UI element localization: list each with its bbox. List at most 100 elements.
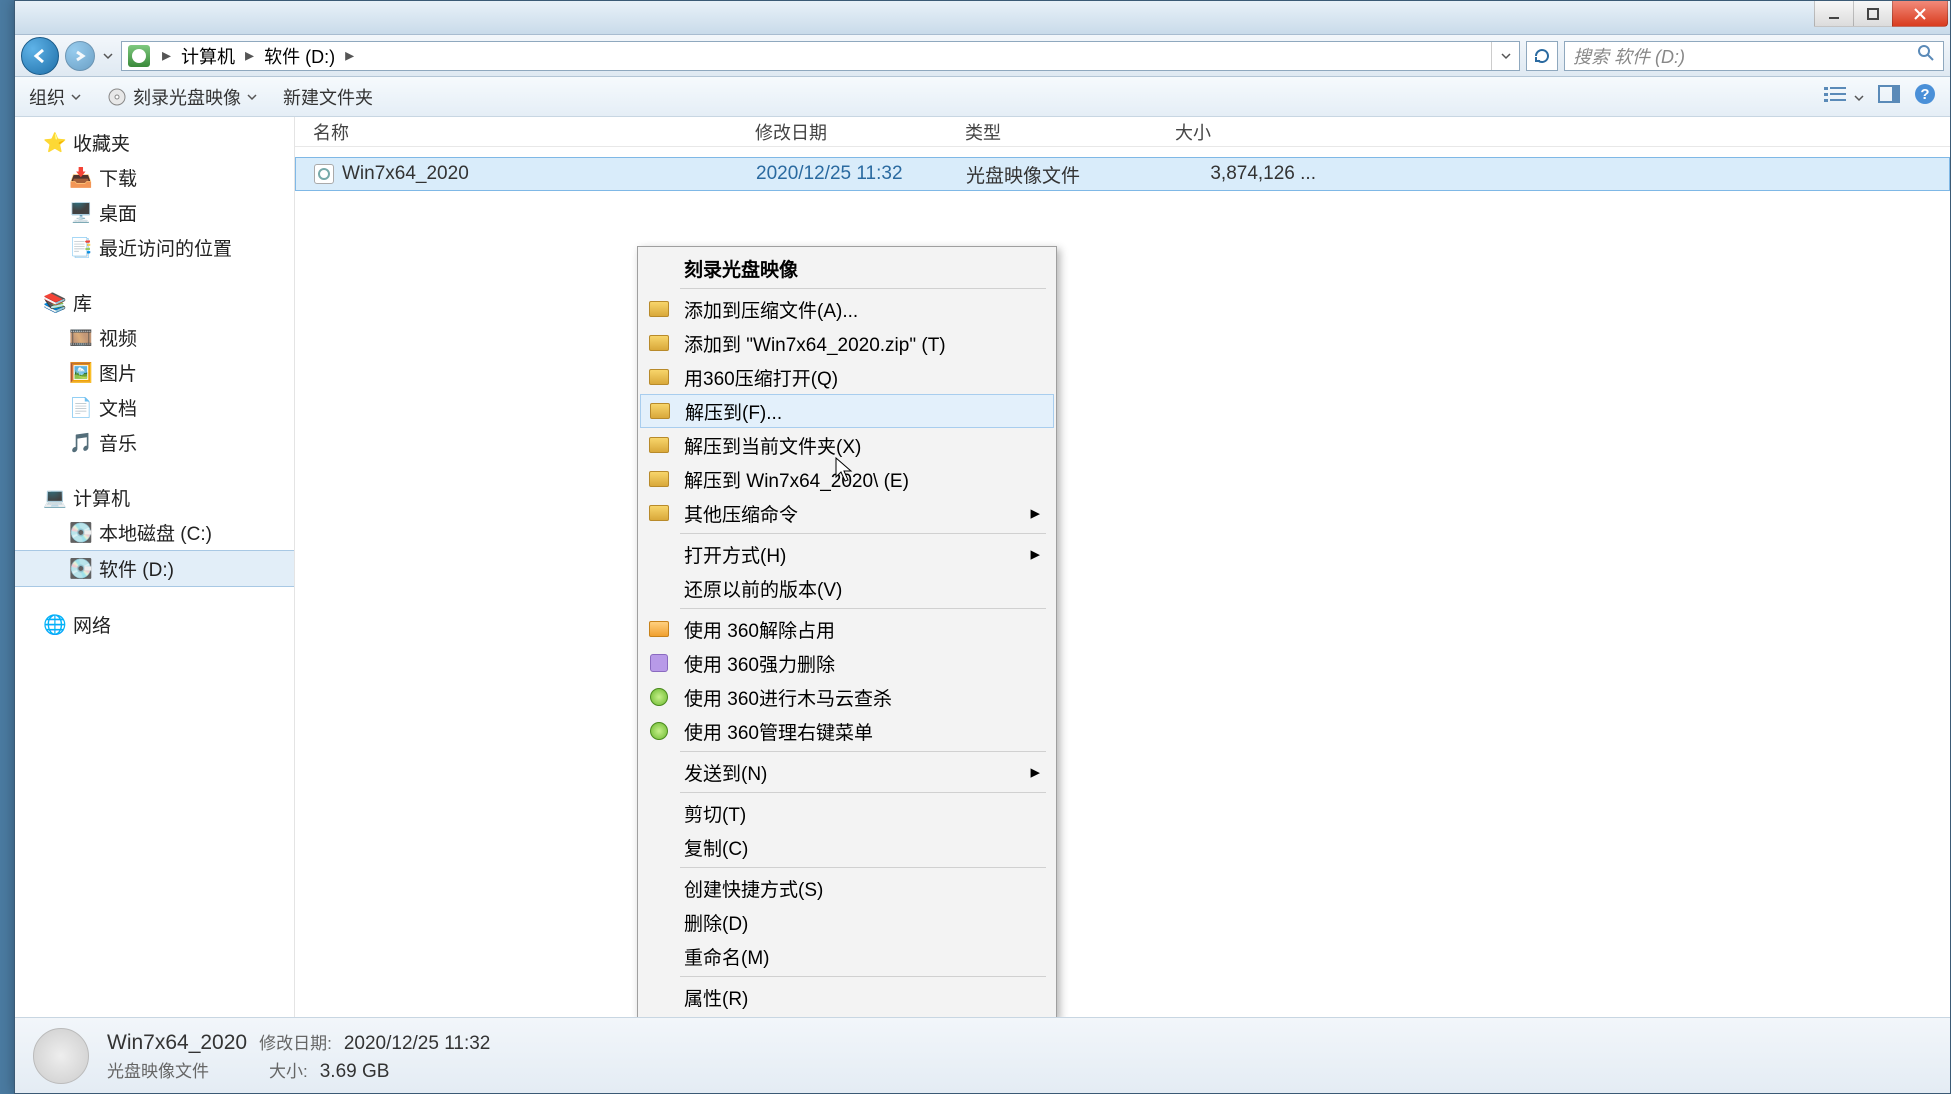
drive-icon: 💽 — [71, 523, 91, 543]
window-controls — [1815, 1, 1948, 27]
status-size: 3.69 GB — [320, 1061, 390, 1083]
drive-icon — [128, 45, 150, 67]
address-bar[interactable]: ▸ 计算机 ▸ 软件 (D:) ▸ — [121, 41, 1520, 71]
view-menu[interactable] — [1823, 85, 1864, 108]
new-folder-button[interactable]: 新建文件夹 — [283, 84, 373, 110]
sidebar-item-downloads[interactable]: 📥下载 — [15, 160, 294, 195]
search-box[interactable]: 搜索 软件 (D:) — [1564, 41, 1944, 71]
separator — [680, 792, 1046, 793]
iso-file-icon — [314, 164, 334, 184]
back-button[interactable] — [21, 37, 59, 75]
breadcrumb-current[interactable]: 软件 (D:) — [260, 43, 339, 69]
ctx-360-unlock[interactable]: 使用 360解除占用 — [640, 612, 1054, 646]
archive-icon — [647, 400, 673, 422]
column-headers: 名称 修改日期 类型 大小 — [295, 117, 1950, 147]
ctx-open-with[interactable]: 打开方式(H)▸ — [640, 537, 1054, 571]
360-icon — [646, 686, 672, 708]
submenu-arrow-icon: ▸ — [1030, 761, 1040, 784]
sidebar-computer[interactable]: 💻计算机 — [15, 480, 294, 515]
ctx-restore-versions[interactable]: 还原以前的版本(V) — [640, 571, 1054, 605]
separator — [680, 976, 1046, 977]
svg-text:?: ? — [1920, 86, 1929, 103]
ctx-send-to[interactable]: 发送到(N)▸ — [640, 755, 1054, 789]
preview-pane-button[interactable] — [1878, 85, 1900, 108]
col-name[interactable]: 名称 — [295, 119, 755, 145]
status-date-label: 修改日期: — [259, 1029, 332, 1054]
organize-menu[interactable]: 组织 — [29, 84, 81, 110]
360-icon — [646, 720, 672, 742]
sidebar-item-documents[interactable]: 📄文档 — [15, 390, 294, 425]
sidebar-item-drive-d[interactable]: 💽软件 (D:) — [15, 550, 294, 587]
archive-icon — [646, 502, 672, 524]
library-icon: 📚 — [45, 293, 65, 313]
computer-icon: 💻 — [45, 488, 65, 508]
file-row[interactable]: Win7x64_2020 2020/12/25 11:32 光盘映像文件 3,8… — [295, 157, 1950, 191]
sidebar-item-music[interactable]: 🎵音乐 — [15, 425, 294, 460]
search-icon — [1917, 44, 1935, 67]
sidebar-favorites[interactable]: ⭐收藏夹 — [15, 125, 294, 160]
360-icon — [646, 652, 672, 674]
ctx-burn[interactable]: 刻录光盘映像 — [640, 251, 1054, 285]
burn-image-button[interactable]: 刻录光盘映像 — [107, 84, 257, 110]
col-type[interactable]: 类型 — [965, 119, 1175, 145]
ctx-properties[interactable]: 属性(R) — [640, 980, 1054, 1014]
explorer-window: ▸ 计算机 ▸ 软件 (D:) ▸ 搜索 软件 (D:) 组织 刻录光盘映像 新… — [14, 0, 1951, 1094]
sidebar-item-recent[interactable]: 📑最近访问的位置 — [15, 230, 294, 265]
sidebar-item-pictures[interactable]: 🖼️图片 — [15, 355, 294, 390]
ctx-other-compress[interactable]: 其他压缩命令▸ — [640, 496, 1054, 530]
sidebar-item-drive-c[interactable]: 💽本地磁盘 (C:) — [15, 515, 294, 550]
status-file-name: Win7x64_2020 — [107, 1031, 247, 1055]
360-icon — [646, 618, 672, 640]
status-size-label: 大小: — [269, 1057, 308, 1082]
separator — [680, 751, 1046, 752]
breadcrumb-computer[interactable]: 计算机 — [177, 43, 239, 69]
ctx-extract-to[interactable]: 解压到(F)... — [640, 394, 1054, 428]
ctx-360-trojan-scan[interactable]: 使用 360进行木马云查杀 — [640, 680, 1054, 714]
file-thumbnail — [33, 1028, 89, 1084]
ctx-copy[interactable]: 复制(C) — [640, 830, 1054, 864]
status-file-type: 光盘映像文件 — [107, 1057, 209, 1082]
ctx-open-360zip[interactable]: 用360压缩打开(Q) — [640, 360, 1054, 394]
ctx-add-to-archive[interactable]: 添加到压缩文件(A)... — [640, 292, 1054, 326]
breadcrumb-sep: ▸ — [156, 45, 177, 66]
document-icon: 📄 — [71, 398, 91, 418]
ctx-add-to-zip[interactable]: 添加到 "Win7x64_2020.zip" (T) — [640, 326, 1054, 360]
separator — [680, 608, 1046, 609]
ctx-360-force-delete[interactable]: 使用 360强力删除 — [640, 646, 1054, 680]
ctx-delete[interactable]: 删除(D) — [640, 905, 1054, 939]
star-icon: ⭐ — [45, 133, 65, 153]
breadcrumb-sep: ▸ — [239, 45, 260, 66]
navbar: ▸ 计算机 ▸ 软件 (D:) ▸ 搜索 软件 (D:) — [15, 35, 1950, 77]
minimize-button[interactable] — [1814, 1, 1854, 27]
status-date: 2020/12/25 11:32 — [344, 1033, 491, 1055]
address-dropdown[interactable] — [1491, 42, 1519, 70]
titlebar — [15, 1, 1950, 35]
sidebar-network[interactable]: 🌐网络 — [15, 607, 294, 642]
context-menu: 刻录光盘映像 添加到压缩文件(A)... 添加到 "Win7x64_2020.z… — [637, 246, 1057, 1019]
nav-history-dropdown[interactable] — [101, 41, 115, 71]
ctx-360-manage-menu[interactable]: 使用 360管理右键菜单 — [640, 714, 1054, 748]
downloads-icon: 📥 — [71, 168, 91, 188]
col-size[interactable]: 大小 — [1175, 119, 1315, 145]
submenu-arrow-icon: ▸ — [1030, 543, 1040, 566]
ctx-create-shortcut[interactable]: 创建快捷方式(S) — [640, 871, 1054, 905]
forward-button[interactable] — [65, 41, 95, 71]
refresh-button[interactable] — [1526, 41, 1558, 71]
maximize-button[interactable] — [1853, 1, 1893, 27]
ctx-extract-here[interactable]: 解压到当前文件夹(X) — [640, 428, 1054, 462]
archive-icon — [646, 298, 672, 320]
ctx-rename[interactable]: 重命名(M) — [640, 939, 1054, 973]
ctx-cut[interactable]: 剪切(T) — [640, 796, 1054, 830]
col-date[interactable]: 修改日期 — [755, 119, 965, 145]
sidebar-libraries[interactable]: 📚库 — [15, 285, 294, 320]
help-button[interactable]: ? — [1914, 83, 1936, 110]
close-button[interactable] — [1892, 1, 1948, 27]
submenu-arrow-icon: ▸ — [1030, 502, 1040, 525]
sidebar-item-desktop[interactable]: 🖥️桌面 — [15, 195, 294, 230]
sidebar-item-videos[interactable]: 🎞️视频 — [15, 320, 294, 355]
search-placeholder: 搜索 软件 (D:) — [1573, 43, 1685, 69]
network-icon: 🌐 — [45, 615, 65, 635]
ctx-extract-folder[interactable]: 解压到 Win7x64_2020\ (E) — [640, 462, 1054, 496]
desktop-icon: 🖥️ — [71, 203, 91, 223]
separator — [680, 867, 1046, 868]
